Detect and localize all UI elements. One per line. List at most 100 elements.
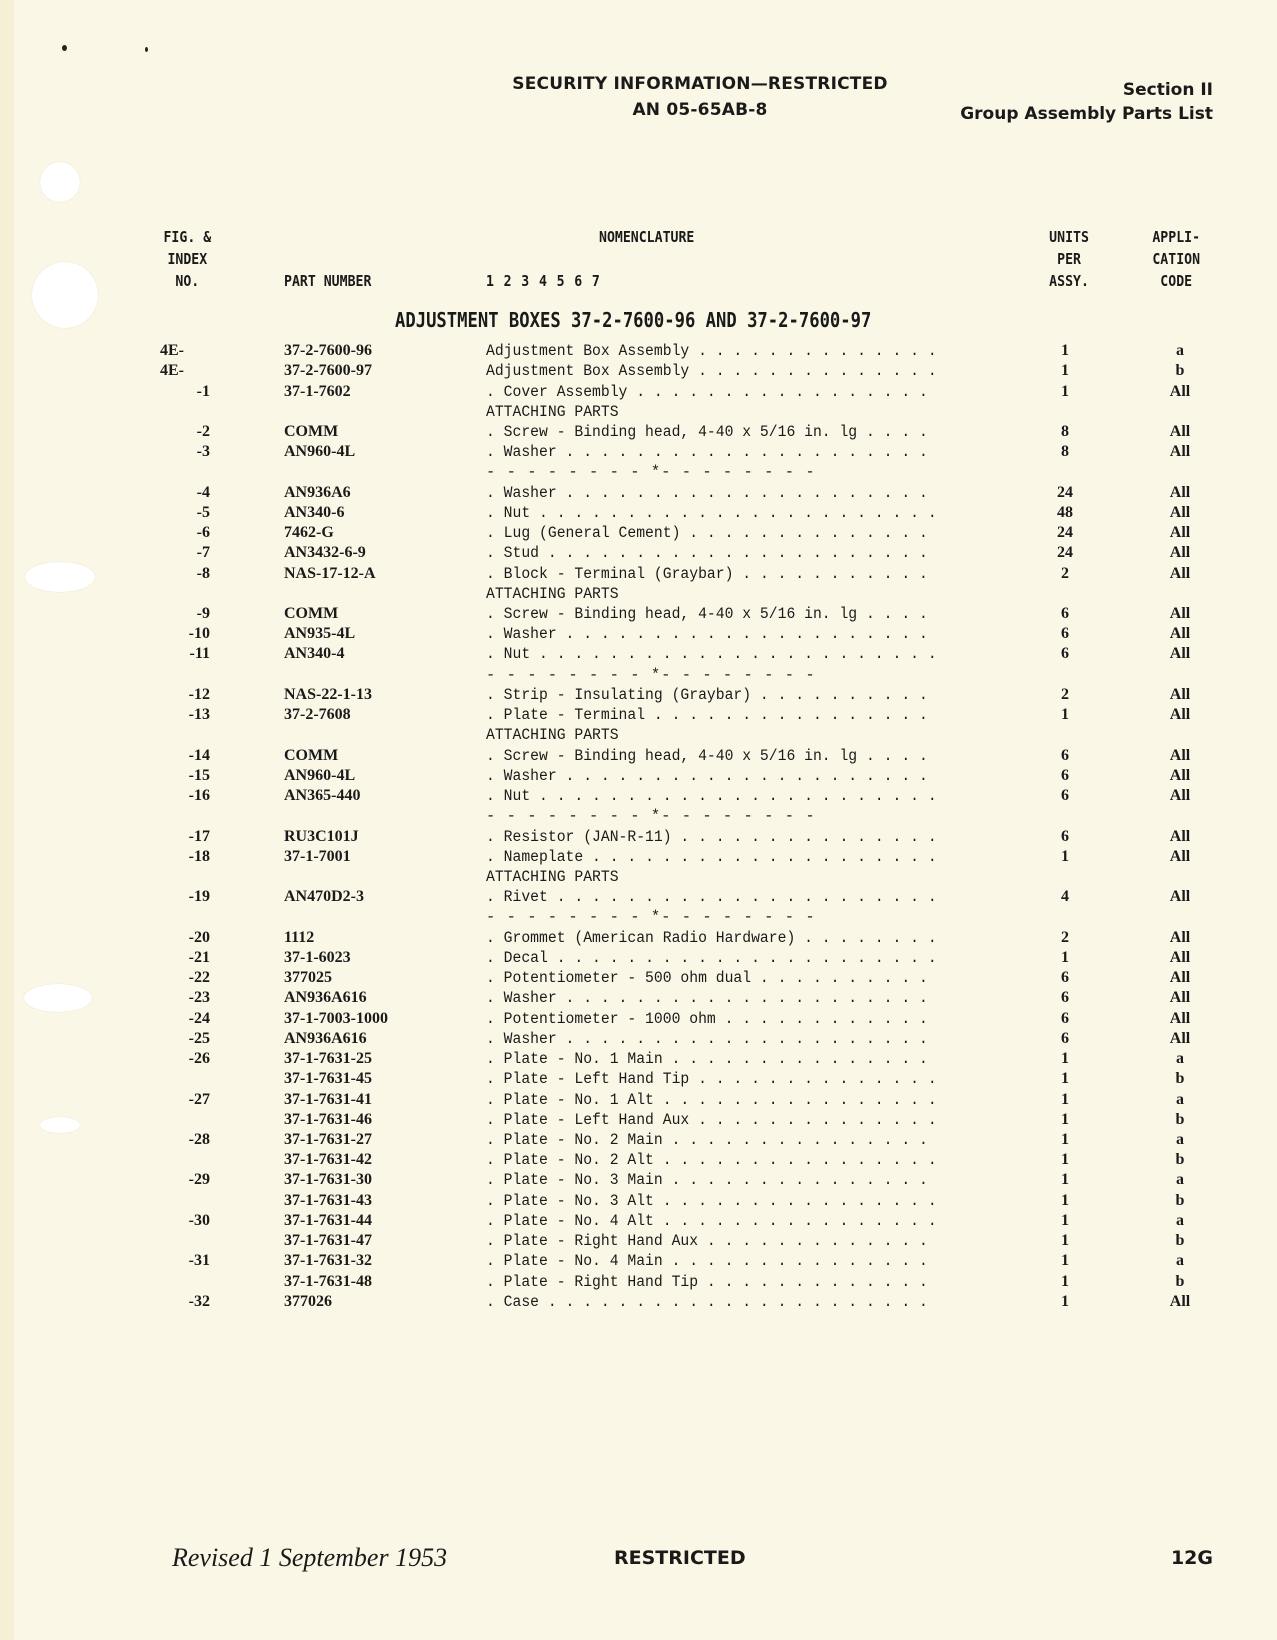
part-number: 37-1-7631-32: [284, 1252, 372, 1270]
nomenclature: . Plate - Terminal . . . . . . . . . . .…: [486, 705, 990, 725]
description: . Plate - Right Hand Tip: [486, 1272, 699, 1291]
nomenclature: . Plate - Left Hand Aux . . . . . . . . …: [486, 1110, 990, 1130]
dot-leader: . . . . . . . . . . . . . . . . . . . . …: [539, 544, 928, 563]
part-number: 37-1-7001: [284, 847, 351, 865]
fig-index-number: -11: [189, 645, 210, 663]
dot-leader: . . . . . . . . . . . . . . .: [662, 1171, 928, 1190]
application-code: All: [1169, 948, 1191, 966]
table-row: -14 COMM . Screw - Binding head, 4-40 x 5/…: [0, 746, 1277, 766]
application-code: b: [1175, 362, 1185, 380]
description: . Washer: [486, 625, 557, 644]
nomenclature: . Nut . . . . . . . . . . . . . . . . . …: [486, 644, 990, 664]
dot-leader: . . . . . . . . . . . . . . . . . . . . …: [530, 787, 937, 806]
units-per-assy: 24: [1057, 483, 1073, 501]
units-per-assy: 6: [1061, 989, 1069, 1007]
nomenclature: . Screw - Binding head, 4-40 x 5/16 in. …: [486, 746, 990, 766]
nomenclature: . Washer . . . . . . . . . . . . . . . .…: [486, 442, 990, 462]
description: . Plate - No. 1 Alt: [486, 1090, 654, 1109]
nomenclature: . Screw - Binding head, 4-40 x 5/16 in. …: [486, 422, 990, 442]
dot-leader: . . . . . . . .: [795, 928, 937, 947]
nomenclature: . Nut . . . . . . . . . . . . . . . . . …: [486, 503, 990, 523]
description: . Case: [486, 1292, 540, 1311]
application-code: All: [1169, 1292, 1191, 1310]
dot-leader: . . . . . . . . . . .: [733, 564, 928, 583]
fig-index-number: -18: [188, 847, 210, 865]
revision-date: Revised 1 September 1953: [172, 1543, 448, 1572]
fig-index-number: 4E-: [160, 342, 184, 359]
description: . Plate - No. 2 Alt: [486, 1151, 654, 1170]
nomenclature: . Washer . . . . . . . . . . . . . . . .…: [486, 483, 990, 503]
units-per-assy: 1: [1061, 1191, 1069, 1209]
part-number: AN3432-6-9: [284, 544, 366, 562]
units-per-assy: 1: [1061, 1252, 1069, 1270]
nomenclature: . Plate - No. 1 Alt . . . . . . . . . . …: [486, 1090, 990, 1110]
nomenclature: . Cover Assembly . . . . . . . . . . . .…: [486, 382, 990, 402]
dot-leader: . . . . . . . . . . . . . . . .: [645, 706, 928, 725]
table-row: 37-1-7631-46 . Plate - Left Hand Aux . . …: [0, 1110, 1277, 1130]
units-per-assy: 1: [1061, 382, 1069, 400]
part-number: 37-2-7600-97: [284, 362, 372, 380]
table-row: -16 AN365-440 . Nut . . . . . . . . . . . …: [0, 786, 1277, 806]
part-number: 37-1-7631-25: [284, 1050, 372, 1068]
application-code: a: [1176, 1252, 1184, 1270]
table-row: -18 37-1-7001 . Nameplate . . . . . . . . …: [0, 847, 1277, 867]
units-per-assy: 1: [1061, 1292, 1069, 1310]
attaching-parts-row: ATTACHING PARTS: [0, 867, 1277, 887]
units-per-assy: 1: [1061, 1050, 1069, 1068]
dot-leader: . . . . . . . . . . . . . .: [680, 524, 928, 543]
table-row: -6 7462-G . Lug (General Cement) . . . . .…: [0, 523, 1277, 543]
attaching-parts-label: ATTACHING PARTS: [486, 584, 619, 603]
application-code: All: [1169, 847, 1191, 865]
table-row: -31 37-1-7631-32 . Plate - No. 4 Main . . …: [0, 1251, 1277, 1271]
description: Adjustment Box Assembly: [486, 362, 690, 381]
fig-index-number: -32: [188, 1292, 210, 1310]
application-code: All: [1169, 483, 1191, 501]
nomenclature: . Plate - No. 3 Main . . . . . . . . . .…: [486, 1170, 990, 1190]
table-row: -32 377026 . Case . . . . . . . . . . . . …: [0, 1292, 1277, 1312]
application-code: b: [1175, 1191, 1185, 1209]
description: . Washer: [486, 989, 557, 1008]
units-per-assy: 2: [1061, 564, 1069, 582]
units-per-assy: 1: [1061, 362, 1069, 380]
part-number: NAS-22-1-13: [284, 685, 372, 703]
fig-index-number: -23: [188, 989, 210, 1007]
dot-leader: . . . . . . . . . . . . . . . .: [653, 1211, 937, 1230]
nomenclature: . Nameplate . . . . . . . . . . . . . . …: [486, 847, 990, 867]
part-number: 37-1-7631-42: [284, 1151, 372, 1169]
nomenclature: . Nut . . . . . . . . . . . . . . . . . …: [486, 786, 990, 806]
description: . Washer: [486, 1029, 557, 1048]
units-per-assy: 6: [1061, 1029, 1069, 1047]
dot-leader: . . . . . . . . . . . . .: [698, 1232, 928, 1251]
separator-row: - - - - - - - - *- - - - - - - -: [0, 806, 1277, 826]
description: . Plate - No. 1 Main: [486, 1050, 663, 1069]
fig-index-number: -19: [188, 888, 210, 906]
units-per-assy: 1: [1061, 1131, 1069, 1148]
table-row: -4 AN936A6 . Washer . . . . . . . . . . . …: [0, 483, 1277, 503]
dot-leader: . . . . . . . . . .: [751, 685, 928, 704]
table-row: -9 COMM . Screw - Binding head, 4-40 x 5/1…: [0, 604, 1277, 624]
fig-index-number: -6: [196, 524, 210, 542]
table-row: -3 AN960-4L . Washer . . . . . . . . . . .…: [0, 442, 1277, 462]
table-row: 37-1-7631-45 . Plate - Left Hand Tip . . …: [0, 1069, 1277, 1089]
units-per-assy: 1: [1061, 948, 1069, 966]
col-head-fig-index: FIG. & INDEX NO.: [153, 226, 222, 292]
description: . Screw - Binding head, 4-40 x 5/16 in. …: [486, 605, 858, 623]
section-label: Section II: [1122, 80, 1213, 100]
description: . Plate - No. 2 Main: [486, 1131, 663, 1149]
application-code: b: [1175, 1070, 1185, 1088]
application-code: All: [1169, 1009, 1191, 1027]
table-row: -11 AN340-4 . Nut . . . . . . . . . . . . …: [0, 644, 1277, 664]
part-number: 37-1-7631-44: [284, 1211, 372, 1229]
application-code: All: [1169, 706, 1191, 724]
application-code: All: [1169, 443, 1191, 461]
nomenclature: Adjustment Box Assembly . . . . . . . . …: [486, 361, 990, 381]
part-number: 377025: [284, 969, 332, 987]
description: . Nameplate: [486, 847, 584, 866]
part-number: 37-1-7631-48: [284, 1272, 372, 1290]
dot-leader: . . . . . . . . . . . . . . . . . . . . …: [547, 888, 937, 907]
table-row: 4E- 37-2-7600-97 Adjustment Box Assembly .…: [0, 361, 1277, 381]
nomenclature: . Grommet (American Radio Hardware) . . …: [486, 928, 990, 948]
application-code: All: [1169, 969, 1191, 987]
description: . Plate - No. 3 Main: [486, 1171, 663, 1190]
nomenclature: . Lug (General Cement) . . . . . . . . .…: [486, 523, 990, 543]
